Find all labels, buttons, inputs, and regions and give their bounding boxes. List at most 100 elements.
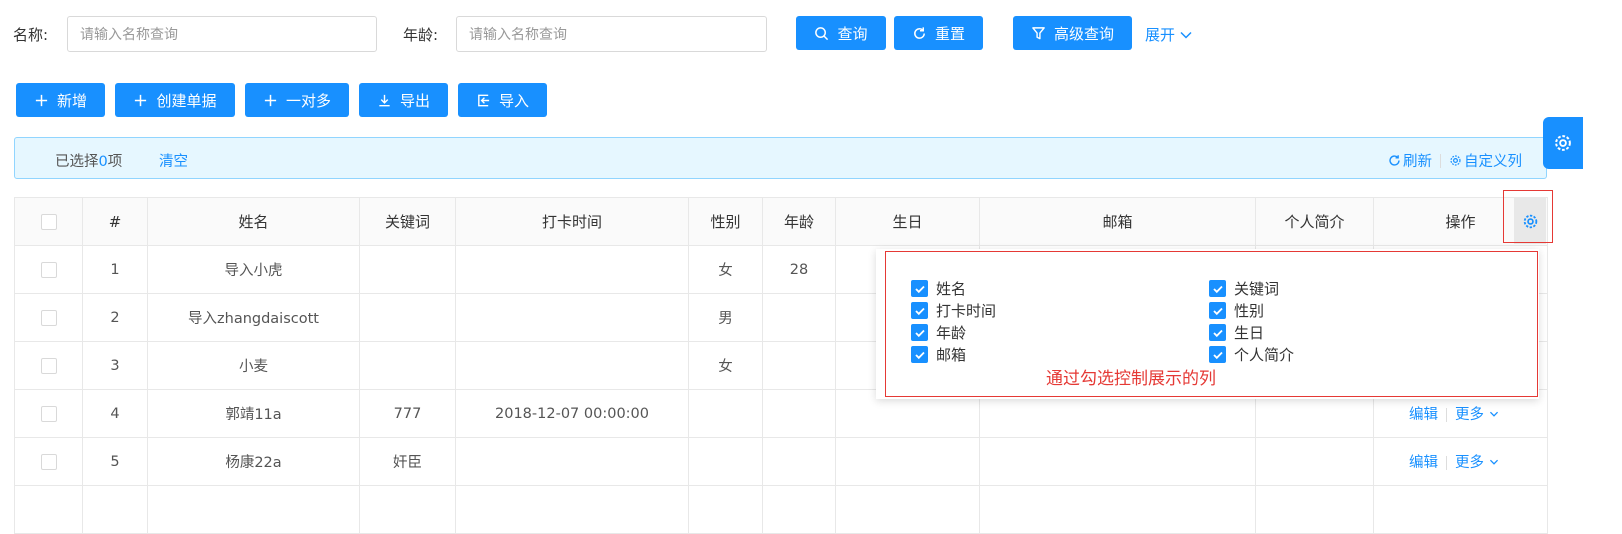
more-link[interactable]: 更多 <box>1455 407 1499 423</box>
name-cell: 小麦 <box>147 341 360 390</box>
column-header: 生日 <box>835 197 980 246</box>
time-cell <box>455 245 689 294</box>
advanced-query-label: 高级查询 <box>1053 24 1114 43</box>
keyword-cell: 奸臣 <box>359 437 456 486</box>
row-index: 4 <box>82 389 148 438</box>
refresh-label: 刷新 <box>1403 154 1432 170</box>
column-header: 打卡时间 <box>455 197 689 246</box>
row-checkbox[interactable] <box>40 453 57 470</box>
age-search-input[interactable]: 请输入名称查询 <box>456 16 767 52</box>
chevron-down-icon <box>1489 459 1498 465</box>
one-to-many-button[interactable]: 一对多 <box>245 83 349 117</box>
age-cell <box>762 293 836 342</box>
time-cell <box>455 293 689 342</box>
table-header-row: # 姓名 关键词 打卡时间 性别 年龄 生日 邮箱 个人简介 操作 <box>14 197 1548 246</box>
keyword-cell <box>359 341 456 390</box>
name-cell: 郭靖11a <box>147 389 360 438</box>
alert-actions: 刷新 自定义列 <box>1388 150 1522 171</box>
plus-icon <box>35 94 48 106</box>
keyword-cell <box>359 293 456 342</box>
import-button[interactable]: 导入 <box>458 83 547 117</box>
divider <box>1446 408 1447 422</box>
floating-settings-tab[interactable] <box>1543 117 1583 169</box>
import-icon <box>478 94 490 106</box>
name-cell: 导入小虎 <box>147 245 360 294</box>
age-cell <box>762 341 836 390</box>
export-label: 导出 <box>399 91 430 110</box>
refresh-link[interactable]: 刷新 <box>1388 150 1432 171</box>
gender-cell <box>688 389 763 438</box>
gender-cell: 男 <box>688 293 763 342</box>
clear-link[interactable]: 清空 <box>159 150 188 171</box>
row-checkbox[interactable] <box>40 405 57 422</box>
divider <box>1440 153 1441 168</box>
selection-info: 已选择0项 <box>55 150 122 171</box>
age-cell <box>762 437 836 486</box>
row-checkbox[interactable] <box>40 309 57 326</box>
import-label: 导入 <box>498 91 529 110</box>
add-label: 新增 <box>56 91 87 110</box>
selected-suffix: 项 <box>107 154 123 170</box>
selected-count: 0 <box>98 154 108 170</box>
birthday-cell <box>835 437 980 486</box>
create-doc-label: 创建单据 <box>156 91 217 110</box>
query-label: 查询 <box>837 24 868 43</box>
column-header: 性别 <box>688 197 763 246</box>
edit-link[interactable]: 编辑 <box>1409 455 1438 471</box>
chevron-down-icon <box>1180 31 1192 39</box>
more-link[interactable]: 更多 <box>1455 455 1499 471</box>
column-header: 邮箱 <box>979 197 1256 246</box>
time-cell: 2018-12-07 00:00:00 <box>455 389 689 438</box>
row-index: 3 <box>82 341 148 390</box>
expand-label: 展开 <box>1145 26 1176 44</box>
name-cell: 杨康22a <box>147 437 360 486</box>
column-header: 个人简介 <box>1255 197 1374 246</box>
actions-cell: 编辑 更多 <box>1373 437 1548 486</box>
age-cell <box>762 389 836 438</box>
row-index: 2 <box>82 293 148 342</box>
column-header: 年龄 <box>762 197 836 246</box>
age-label: 年龄: <box>403 26 439 44</box>
row-checkbox[interactable] <box>40 261 57 278</box>
popover-highlight-box <box>885 251 1538 397</box>
gear-icon <box>1450 155 1461 166</box>
create-doc-button[interactable]: 创建单据 <box>115 83 235 117</box>
refresh-icon <box>1389 155 1400 166</box>
column-header: 操作 <box>1445 213 1476 231</box>
edit-link[interactable]: 编辑 <box>1409 407 1438 423</box>
download-icon <box>379 94 390 106</box>
plus-icon <box>135 94 147 106</box>
more-label: 更多 <box>1455 455 1484 471</box>
name-cell: 导入zhangdaiscott <box>147 293 360 342</box>
row-index: 5 <box>82 437 148 486</box>
gender-cell: 女 <box>688 341 763 390</box>
gear-icon <box>1555 135 1571 151</box>
divider <box>1446 456 1447 470</box>
reset-button[interactable]: 重置 <box>894 16 983 50</box>
advanced-query-button[interactable]: 高级查询 <box>1013 16 1132 50</box>
name-search-input[interactable]: 请输入名称查询 <box>67 16 377 52</box>
export-button[interactable]: 导出 <box>359 83 448 117</box>
filter-icon <box>1032 26 1045 39</box>
custom-columns-label: 自定义列 <box>1464 154 1522 170</box>
select-all-checkbox[interactable] <box>40 214 57 230</box>
gender-cell: 女 <box>688 245 763 294</box>
more-label: 更多 <box>1455 407 1484 423</box>
chevron-down-icon <box>1489 411 1498 417</box>
selection-alert: 已选择0项 清空 刷新 自定义列 <box>14 137 1547 179</box>
row-index: 1 <box>82 245 148 294</box>
one-to-many-label: 一对多 <box>285 91 331 110</box>
age-cell: 28 <box>762 245 836 294</box>
column-header: # <box>82 197 148 246</box>
keyword-cell <box>359 245 456 294</box>
reset-label: 重置 <box>934 24 965 43</box>
custom-columns-link[interactable]: 自定义列 <box>1449 150 1522 171</box>
query-button[interactable]: 查询 <box>796 16 886 50</box>
row-checkbox[interactable] <box>40 357 57 374</box>
gender-cell <box>688 437 763 486</box>
add-button[interactable]: 新增 <box>16 83 105 117</box>
expand-link[interactable]: 展开 <box>1145 24 1193 45</box>
bio-cell <box>1255 437 1374 486</box>
search-icon <box>815 26 829 40</box>
column-header: 姓名 <box>147 197 360 246</box>
